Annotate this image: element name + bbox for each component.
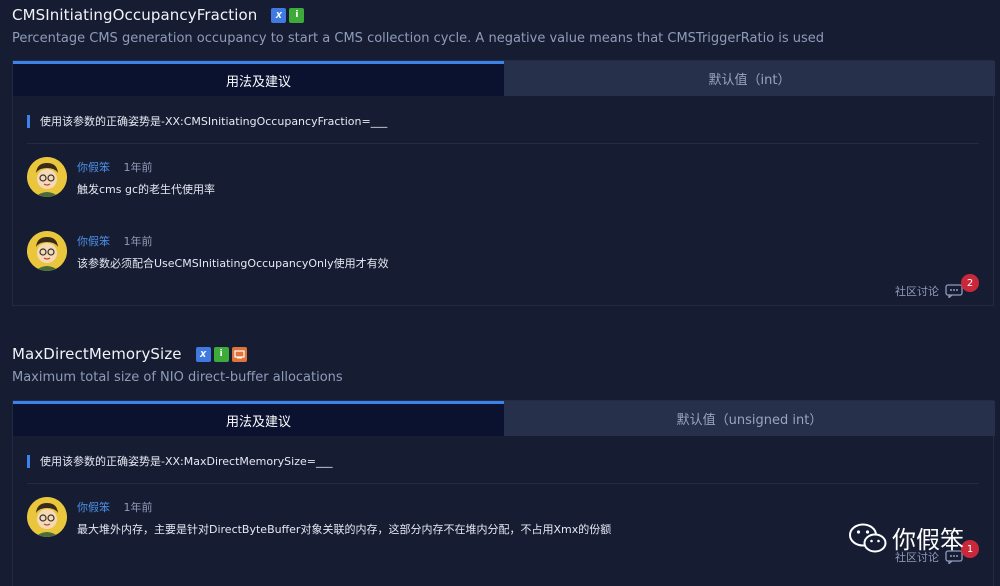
tab-usage[interactable]: 用法及建议 [13,61,504,96]
param-panel: 用法及建议 默认值（int） 使用该参数的正确姿势是-XX:CMSInitiat… [12,60,995,306]
x-icon: X [195,346,211,362]
param-panel: 用法及建议 默认值（unsigned int） 使用该参数的正确姿势是-XX:M… [12,400,995,586]
param-title-row: MaxDirectMemorySize X i [12,343,247,365]
divider [27,483,979,484]
usage-text: 使用该参数的正确姿势是-XX:MaxDirectMemorySize=___ [40,455,333,468]
param-description: Percentage CMS generation occupancy to s… [12,31,825,46]
chat-icon [945,284,963,298]
tab-default-value[interactable]: 默认值（unsigned int） [504,401,995,436]
watermark-text: 你假笨 [892,526,964,554]
comment-time: 1年前 [123,235,153,248]
param-name: CMSInitiatingOccupancyFraction [12,6,258,24]
tab-bar: 用法及建议 默认值（int） [13,61,995,96]
param-title-row: CMSInitiatingOccupancyFraction X i [12,4,305,26]
avatar[interactable] [27,231,67,271]
usage-line: 使用该参数的正确姿势是-XX:CMSInitiatingOccupancyFra… [27,113,387,129]
comment-text: 触发cms gc的老生代使用率 [77,183,216,196]
tab-bar: 用法及建议 默认值（unsigned int） [13,401,995,436]
param-badges: X i [271,7,305,23]
comment-meta: 你假笨 1年前 [77,499,153,515]
community-discussion-link[interactable]: 社区讨论 [895,283,963,299]
comment-time: 1年前 [123,161,153,174]
param-badges: X i [195,346,247,362]
usage-accent-bar [27,454,30,468]
comment-meta: 你假笨 1年前 [77,233,153,249]
info-icon: i [213,346,229,362]
wechat-icon [849,523,887,552]
comment-text: 该参数必须配合UseCMSInitiatingOccupancyOnly使用才有… [77,257,389,270]
computer-icon [231,346,247,362]
comment-text: 最大堆外内存，主要是针对DirectByteBuffer对象关联的内存，这部分内… [77,523,612,536]
x-icon: X [271,7,287,23]
comment-author[interactable]: 你假笨 [77,501,110,514]
usage-text: 使用该参数的正确姿势是-XX:CMSInitiatingOccupancyFra… [40,115,388,128]
comment-time: 1年前 [123,501,153,514]
avatar[interactable] [27,497,67,537]
comment-author[interactable]: 你假笨 [77,235,110,248]
avatar[interactable] [27,157,67,197]
param-description: Maximum total size of NIO direct-buffer … [12,370,343,385]
param-name: MaxDirectMemorySize [12,345,182,363]
comment-meta: 你假笨 1年前 [77,159,153,175]
discussion-count-badge: 2 [961,274,979,292]
discussion-label: 社区讨论 [895,285,939,298]
usage-accent-bar [27,114,30,128]
tab-default-value[interactable]: 默认值（int） [504,61,995,96]
comment-author[interactable]: 你假笨 [77,161,110,174]
tab-usage[interactable]: 用法及建议 [13,401,504,436]
divider [27,143,979,144]
watermark: 你假笨 [848,520,964,555]
usage-line: 使用该参数的正确姿势是-XX:MaxDirectMemorySize=___ [27,453,332,469]
info-icon: i [289,7,305,23]
